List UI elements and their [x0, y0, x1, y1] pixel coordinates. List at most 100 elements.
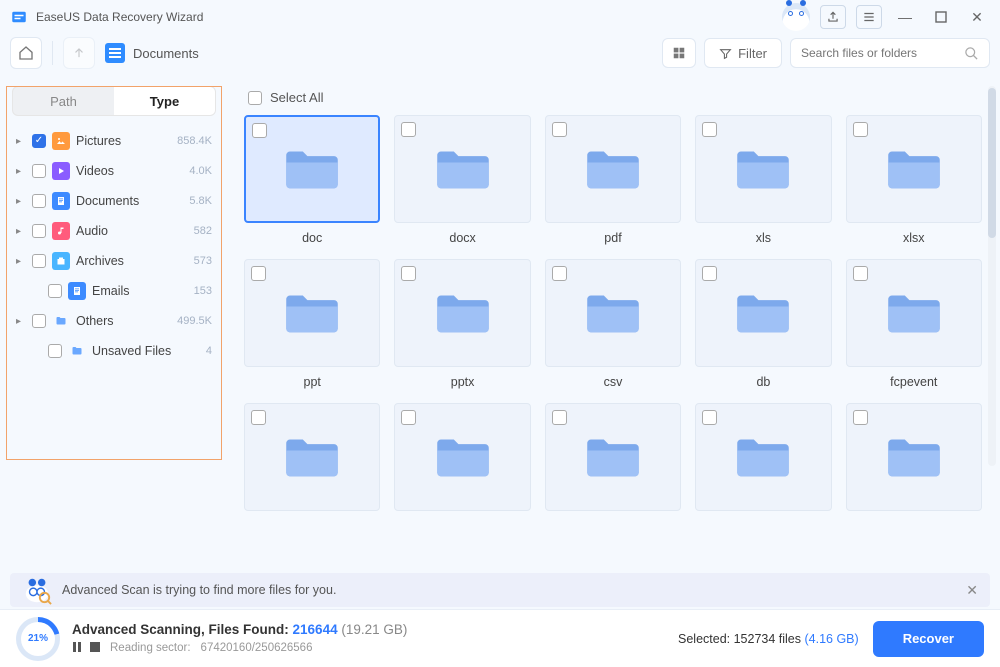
tile-checkbox[interactable] [252, 123, 267, 138]
tile-box[interactable] [846, 403, 982, 511]
menu-icon[interactable] [856, 5, 882, 29]
scrollbar[interactable] [988, 86, 996, 466]
expand-arrow-icon[interactable] [32, 286, 42, 297]
filter-button[interactable]: Filter [704, 38, 782, 68]
folder-tile-fcpevent[interactable]: fcpevent [846, 259, 982, 389]
folder-tile-row3-11[interactable] [394, 403, 530, 519]
tile-checkbox[interactable] [251, 410, 266, 425]
tile-checkbox[interactable] [853, 122, 868, 137]
tab-type[interactable]: Type [114, 87, 215, 115]
tile-box[interactable] [695, 403, 831, 511]
tile-box[interactable] [545, 115, 681, 223]
expand-arrow-icon[interactable]: ▸ [16, 316, 26, 327]
close-button[interactable]: ✕ [964, 5, 990, 29]
folder-tile-xlsx[interactable]: xlsx [846, 115, 982, 245]
category-label: Videos [76, 164, 183, 178]
tile-box[interactable] [394, 259, 530, 367]
maximize-button[interactable] [928, 5, 954, 29]
tile-checkbox[interactable] [702, 410, 717, 425]
tile-checkbox[interactable] [401, 266, 416, 281]
scrollbar-thumb[interactable] [988, 88, 996, 238]
tile-box[interactable] [545, 403, 681, 511]
sidebar-item-archives[interactable]: ▸Archives573 [10, 246, 218, 276]
banner-close-icon[interactable]: ✕ [966, 582, 978, 599]
expand-arrow-icon[interactable] [32, 346, 42, 357]
tile-checkbox[interactable] [702, 122, 717, 137]
tile-box[interactable] [846, 115, 982, 223]
folder-tile-row3-10[interactable] [244, 403, 380, 519]
pause-button[interactable] [72, 640, 82, 655]
tile-checkbox[interactable] [552, 122, 567, 137]
minimize-button[interactable]: — [892, 5, 918, 29]
tile-box[interactable] [244, 403, 380, 511]
folder-tile-xls[interactable]: xls [695, 115, 831, 245]
expand-arrow-icon[interactable]: ▸ [16, 226, 26, 237]
tile-checkbox[interactable] [401, 410, 416, 425]
tile-checkbox[interactable] [401, 122, 416, 137]
category-label: Others [76, 314, 171, 328]
search-input[interactable] [801, 46, 956, 60]
home-button[interactable] [10, 37, 42, 69]
tile-checkbox[interactable] [853, 266, 868, 281]
search-box[interactable] [790, 38, 990, 68]
folder-tile-pptx[interactable]: pptx [394, 259, 530, 389]
folder-tile-row3-13[interactable] [695, 403, 831, 519]
sidebar-item-others[interactable]: ▸Others499.5K [10, 306, 218, 336]
breadcrumb[interactable]: Documents [105, 43, 652, 63]
sidebar-item-documents[interactable]: ▸Documents5.8K [10, 186, 218, 216]
category-checkbox[interactable] [48, 344, 62, 358]
sidebar-item-audio[interactable]: ▸Audio582 [10, 216, 218, 246]
folder-tile-pdf[interactable]: pdf [545, 115, 681, 245]
grid-view-button[interactable] [662, 38, 696, 68]
sidebar-item-videos[interactable]: ▸Videos4.0K [10, 156, 218, 186]
folder-tile-ppt[interactable]: ppt [244, 259, 380, 389]
category-checkbox[interactable] [48, 284, 62, 298]
select-all-row[interactable]: Select All [244, 86, 982, 115]
blue-category-icon [52, 192, 70, 210]
recover-button[interactable]: Recover [873, 621, 984, 657]
tile-box[interactable] [846, 259, 982, 367]
tile-checkbox[interactable] [853, 410, 868, 425]
tile-checkbox[interactable] [251, 266, 266, 281]
tile-box[interactable] [545, 259, 681, 367]
category-count: 582 [194, 225, 212, 237]
folder-tile-row3-14[interactable] [846, 403, 982, 519]
category-checkbox[interactable] [32, 254, 46, 268]
folder-tile-doc[interactable]: doc [244, 115, 380, 245]
expand-arrow-icon[interactable]: ▸ [16, 136, 26, 147]
tab-path[interactable]: Path [13, 87, 114, 115]
tile-checkbox[interactable] [552, 410, 567, 425]
expand-arrow-icon[interactable]: ▸ [16, 256, 26, 267]
up-button[interactable] [63, 37, 95, 69]
tile-checkbox[interactable] [552, 266, 567, 281]
tile-box[interactable] [244, 115, 380, 223]
expand-arrow-icon[interactable]: ▸ [16, 166, 26, 177]
tile-label: xls [695, 223, 831, 245]
main-area: Path Type ▸Pictures858.4K▸Videos4.0K▸Doc… [0, 78, 1000, 568]
tile-box[interactable] [394, 403, 530, 511]
category-checkbox[interactable] [32, 194, 46, 208]
tile-box[interactable] [695, 115, 831, 223]
sidebar-item-pictures[interactable]: ▸Pictures858.4K [10, 126, 218, 156]
share-icon[interactable] [820, 5, 846, 29]
sidebar-tabs: Path Type [12, 86, 216, 116]
folder-tile-db[interactable]: db [695, 259, 831, 389]
stop-button[interactable] [90, 640, 100, 655]
folder-tile-csv[interactable]: csv [545, 259, 681, 389]
tile-box[interactable] [695, 259, 831, 367]
category-checkbox[interactable] [32, 224, 46, 238]
sidebar-item-emails[interactable]: Emails153 [10, 276, 218, 306]
expand-arrow-icon[interactable]: ▸ [16, 196, 26, 207]
folder-tile-docx[interactable]: docx [394, 115, 530, 245]
content-panel: Select All docdocxpdfxlsxlsx pptpptxcsvdb… [228, 78, 1000, 568]
tile-box[interactable] [244, 259, 380, 367]
tile-checkbox[interactable] [702, 266, 717, 281]
select-all-checkbox[interactable] [248, 91, 262, 105]
category-checkbox[interactable] [32, 134, 46, 148]
sidebar-item-unsaved-files[interactable]: Unsaved Files4 [10, 336, 218, 366]
category-checkbox[interactable] [32, 314, 46, 328]
assistant-mascot-icon[interactable] [782, 3, 810, 31]
category-checkbox[interactable] [32, 164, 46, 178]
folder-tile-row3-12[interactable] [545, 403, 681, 519]
tile-box[interactable] [394, 115, 530, 223]
